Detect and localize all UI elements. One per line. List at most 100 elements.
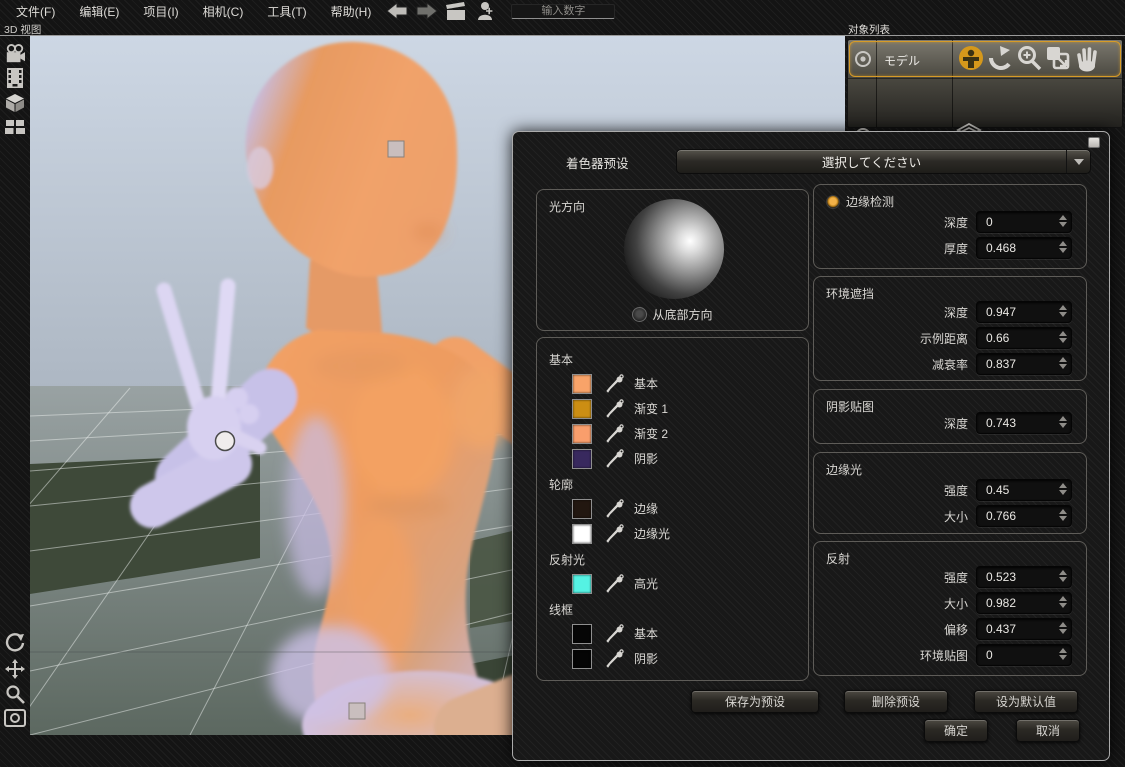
clapperboard-icon[interactable] bbox=[445, 2, 469, 20]
color-swatch[interactable] bbox=[572, 499, 592, 519]
spinner[interactable] bbox=[1059, 215, 1067, 227]
wrist-handle[interactable] bbox=[216, 432, 235, 451]
spinner[interactable] bbox=[1059, 483, 1067, 495]
color-swatch[interactable] bbox=[572, 399, 592, 419]
move-view-icon[interactable] bbox=[3, 657, 27, 681]
spinner[interactable] bbox=[1059, 305, 1067, 317]
object-row-box[interactable]: ボックス bbox=[848, 79, 1124, 115]
rim-light-group: 边缘光 强度 大小 bbox=[813, 452, 1087, 534]
menu-edit[interactable]: 编辑(E) bbox=[71, 0, 127, 23]
color-row: 高光 bbox=[549, 571, 808, 596]
depth-field[interactable] bbox=[976, 301, 1072, 323]
set-default-button[interactable]: 设为默认值 bbox=[974, 690, 1078, 713]
object-list-panel: 对象列表 モデル bbox=[845, 22, 1125, 130]
light-direction-sphere[interactable] bbox=[624, 199, 724, 299]
depth-field[interactable] bbox=[976, 412, 1072, 434]
spinner[interactable] bbox=[1059, 241, 1067, 253]
film-strip-icon[interactable] bbox=[3, 66, 27, 90]
redo-forward-arrow-icon[interactable] bbox=[415, 2, 439, 20]
color-row: 基本 bbox=[549, 621, 808, 646]
menu-tools[interactable]: 工具(T) bbox=[259, 0, 314, 23]
menu-help[interactable]: 帮助(H) bbox=[323, 0, 380, 23]
app-window: 文件(F) 编辑(E) 项目(I) 相机(C) 工具(T) 帮助(H) 3D 视… bbox=[0, 0, 1125, 767]
size-field[interactable] bbox=[976, 505, 1072, 527]
color-group-title: 轮廓 bbox=[549, 476, 808, 493]
cube-icon[interactable] bbox=[3, 91, 27, 115]
size-field[interactable] bbox=[976, 592, 1072, 614]
menu-project[interactable]: 项目(I) bbox=[135, 0, 186, 23]
eyedropper-icon[interactable] bbox=[604, 498, 626, 520]
eyedropper-icon[interactable] bbox=[604, 373, 626, 395]
color-swatch[interactable] bbox=[572, 524, 592, 544]
hand-tool-icon[interactable] bbox=[1072, 43, 1101, 73]
color-swatch[interactable] bbox=[572, 374, 592, 394]
thickness-field[interactable] bbox=[976, 237, 1072, 259]
rotate-view-icon[interactable] bbox=[3, 631, 27, 655]
from-bottom-radio[interactable] bbox=[632, 307, 647, 322]
spinner[interactable] bbox=[1059, 570, 1067, 582]
from-bottom-label: 从底部方向 bbox=[652, 306, 712, 323]
face-handle[interactable] bbox=[388, 141, 404, 157]
add-person-icon[interactable] bbox=[475, 2, 499, 20]
color-row: 边缘 bbox=[549, 496, 808, 521]
ok-button[interactable]: 确定 bbox=[924, 719, 988, 742]
eyedropper-icon[interactable] bbox=[604, 648, 626, 670]
color-swatch[interactable] bbox=[572, 449, 592, 469]
save-preset-button[interactable]: 保存为预设 bbox=[691, 690, 819, 713]
strength-field[interactable] bbox=[976, 479, 1072, 501]
hip-handle[interactable] bbox=[349, 703, 365, 719]
eyedropper-icon[interactable] bbox=[604, 423, 626, 445]
light-direction-title: 光方向 bbox=[549, 198, 585, 215]
color-swatch[interactable] bbox=[572, 624, 592, 644]
spinner[interactable] bbox=[1059, 357, 1067, 369]
number-input[interactable] bbox=[511, 4, 615, 19]
spinner[interactable] bbox=[1059, 331, 1067, 343]
duplicate-tool-icon[interactable] bbox=[1043, 43, 1072, 73]
spinner[interactable] bbox=[1059, 509, 1067, 521]
color-swatch[interactable] bbox=[572, 424, 592, 444]
offset-field[interactable] bbox=[976, 618, 1072, 640]
preset-dropdown-value: 選択してください bbox=[677, 152, 1066, 171]
object-row-model[interactable]: モデル bbox=[848, 40, 1124, 78]
frame-view-icon[interactable] bbox=[3, 706, 27, 730]
attenuation-field[interactable] bbox=[976, 353, 1072, 375]
floor-grid-icon[interactable] bbox=[3, 115, 27, 139]
eyedropper-icon[interactable] bbox=[604, 623, 626, 645]
colors-group: 基本 基本 渐变 1 渐变 2 bbox=[536, 337, 809, 681]
color-swatch[interactable] bbox=[572, 649, 592, 669]
eyedropper-icon[interactable] bbox=[604, 523, 626, 545]
dropdown-arrow[interactable] bbox=[1066, 150, 1090, 173]
video-camera-icon[interactable] bbox=[3, 42, 27, 66]
color-group-title: 线框 bbox=[549, 601, 808, 618]
green-box-right bbox=[470, 531, 512, 628]
env-map-field[interactable] bbox=[976, 644, 1072, 666]
color-group-title: 基本 bbox=[549, 351, 808, 368]
object-list-title: 对象列表 bbox=[845, 22, 1125, 36]
menu-camera[interactable]: 相机(C) bbox=[195, 0, 252, 23]
dialog-close-button[interactable] bbox=[1088, 137, 1100, 148]
color-swatch[interactable] bbox=[572, 574, 592, 594]
eyedropper-icon[interactable] bbox=[604, 573, 626, 595]
rotate-tool-icon[interactable] bbox=[985, 43, 1014, 73]
spinner[interactable] bbox=[1059, 416, 1067, 428]
sample-distance-field[interactable] bbox=[976, 327, 1072, 349]
strength-field[interactable] bbox=[976, 566, 1072, 588]
zoom-tool-icon[interactable] bbox=[1014, 43, 1043, 73]
preset-dropdown[interactable]: 選択してください bbox=[676, 149, 1091, 174]
color-row: 渐变 1 bbox=[549, 396, 808, 421]
visibility-icon[interactable] bbox=[854, 50, 872, 68]
eyedropper-icon[interactable] bbox=[604, 398, 626, 420]
spinner[interactable] bbox=[1059, 648, 1067, 660]
undo-back-arrow-icon[interactable] bbox=[385, 2, 409, 20]
zoom-view-icon[interactable] bbox=[3, 682, 27, 706]
cancel-button[interactable]: 取消 bbox=[1016, 719, 1080, 742]
spinner[interactable] bbox=[1059, 596, 1067, 608]
menu-file[interactable]: 文件(F) bbox=[8, 0, 63, 23]
delete-preset-button[interactable]: 删除预设 bbox=[844, 690, 948, 713]
spinner[interactable] bbox=[1059, 622, 1067, 634]
eyedropper-icon[interactable] bbox=[604, 448, 626, 470]
depth-field[interactable] bbox=[976, 211, 1072, 233]
color-row: 阴影 bbox=[549, 646, 808, 671]
person-move-tool-icon[interactable] bbox=[956, 43, 985, 73]
edge-detection-radio[interactable] bbox=[826, 195, 840, 209]
